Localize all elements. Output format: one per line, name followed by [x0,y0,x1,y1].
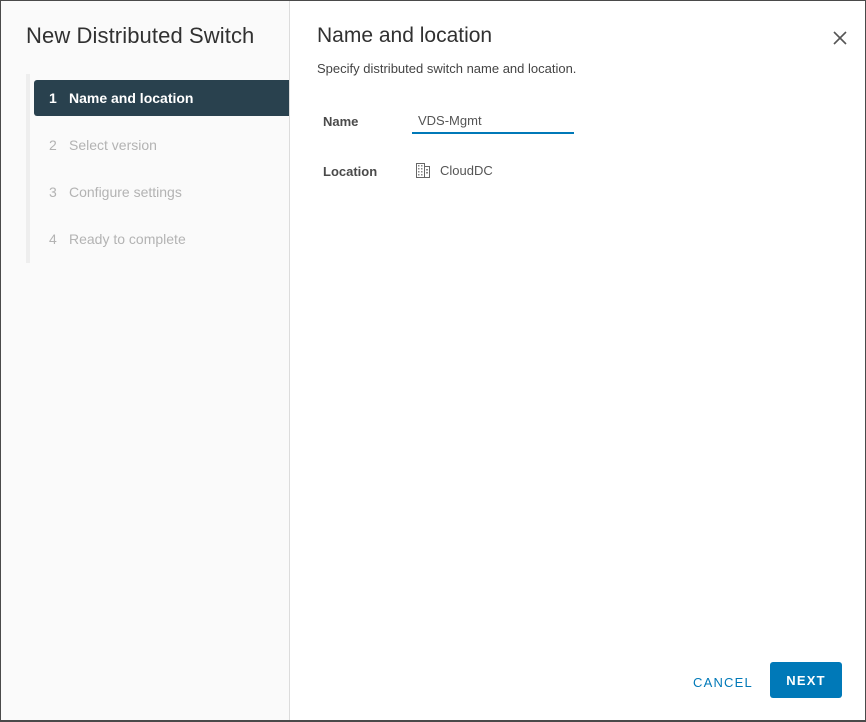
step-number: 3 [49,184,57,200]
close-icon [833,31,847,45]
wizard-sidebar: New Distributed Switch 1 Name and locati… [1,1,290,720]
location-name[interactable]: CloudDC [440,163,493,178]
step-number: 4 [49,231,57,247]
step-label: Name and location [69,90,194,106]
new-distributed-switch-dialog: New Distributed Switch 1 Name and locati… [0,0,866,722]
step-name-and-location[interactable]: 1 Name and location [34,80,289,116]
cancel-button[interactable]: CANCEL [683,666,763,698]
wizard-title: New Distributed Switch [26,23,255,48]
step-label: Select version [69,137,157,153]
name-label: Name [323,114,359,129]
step-select-version[interactable]: 2 Select version [34,127,289,163]
name-input[interactable] [412,109,574,134]
step-label: Configure settings [69,184,182,200]
step-label: Ready to complete [69,231,186,247]
step-number: 2 [49,137,57,153]
step-number: 1 [49,90,57,106]
wizard-steps: 1 Name and location 2 Select version 3 C… [26,74,289,263]
wizard-content: Name and location Specify distributed sw… [291,1,865,720]
next-button[interactable]: NEXT [770,662,842,698]
location-value: CloudDC [416,163,493,178]
page-title: Name and location [317,24,493,47]
step-ready-to-complete[interactable]: 4 Ready to complete [34,221,289,257]
datacenter-icon [416,163,430,178]
close-button[interactable] [829,27,851,49]
page-subtitle: Specify distributed switch name and loca… [317,61,577,76]
step-configure-settings[interactable]: 3 Configure settings [34,174,289,210]
location-label: Location [323,164,378,179]
